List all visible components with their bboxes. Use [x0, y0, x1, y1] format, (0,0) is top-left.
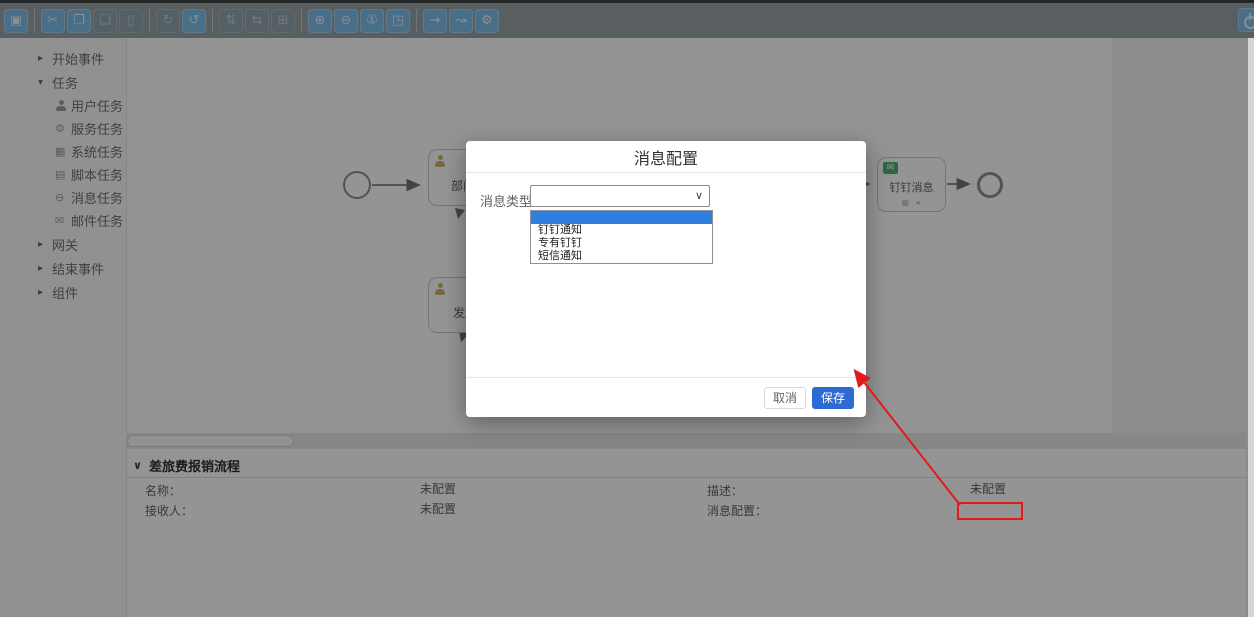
message-config-dialog: 消息配置 消息类型： 钉钉通知 专有钉钉 短信通知 取消 保存	[466, 141, 866, 417]
dropdown-option-empty[interactable]	[531, 211, 712, 224]
dropdown-option-dingtalk-notify[interactable]: 钉钉通知	[531, 224, 712, 237]
save-button[interactable]: 保存	[812, 387, 854, 409]
dropdown-option-dedicated-dingtalk[interactable]: 专有钉钉	[531, 237, 712, 250]
browser-vertical-scrollbar[interactable]	[1248, 38, 1254, 617]
chevron-down-icon	[695, 189, 703, 202]
message-type-dropdown: 钉钉通知 专有钉钉 短信通知	[530, 210, 713, 264]
dialog-footer: 取消 保存	[466, 377, 866, 417]
dialog-title: 消息配置	[634, 145, 698, 169]
message-type-select[interactable]	[530, 185, 710, 207]
cancel-button[interactable]: 取消	[764, 387, 806, 409]
dialog-header: 消息配置	[466, 141, 866, 173]
dropdown-option-sms-notify[interactable]: 短信通知	[531, 250, 712, 263]
dialog-body: 消息类型： 钉钉通知 专有钉钉 短信通知	[466, 173, 866, 376]
